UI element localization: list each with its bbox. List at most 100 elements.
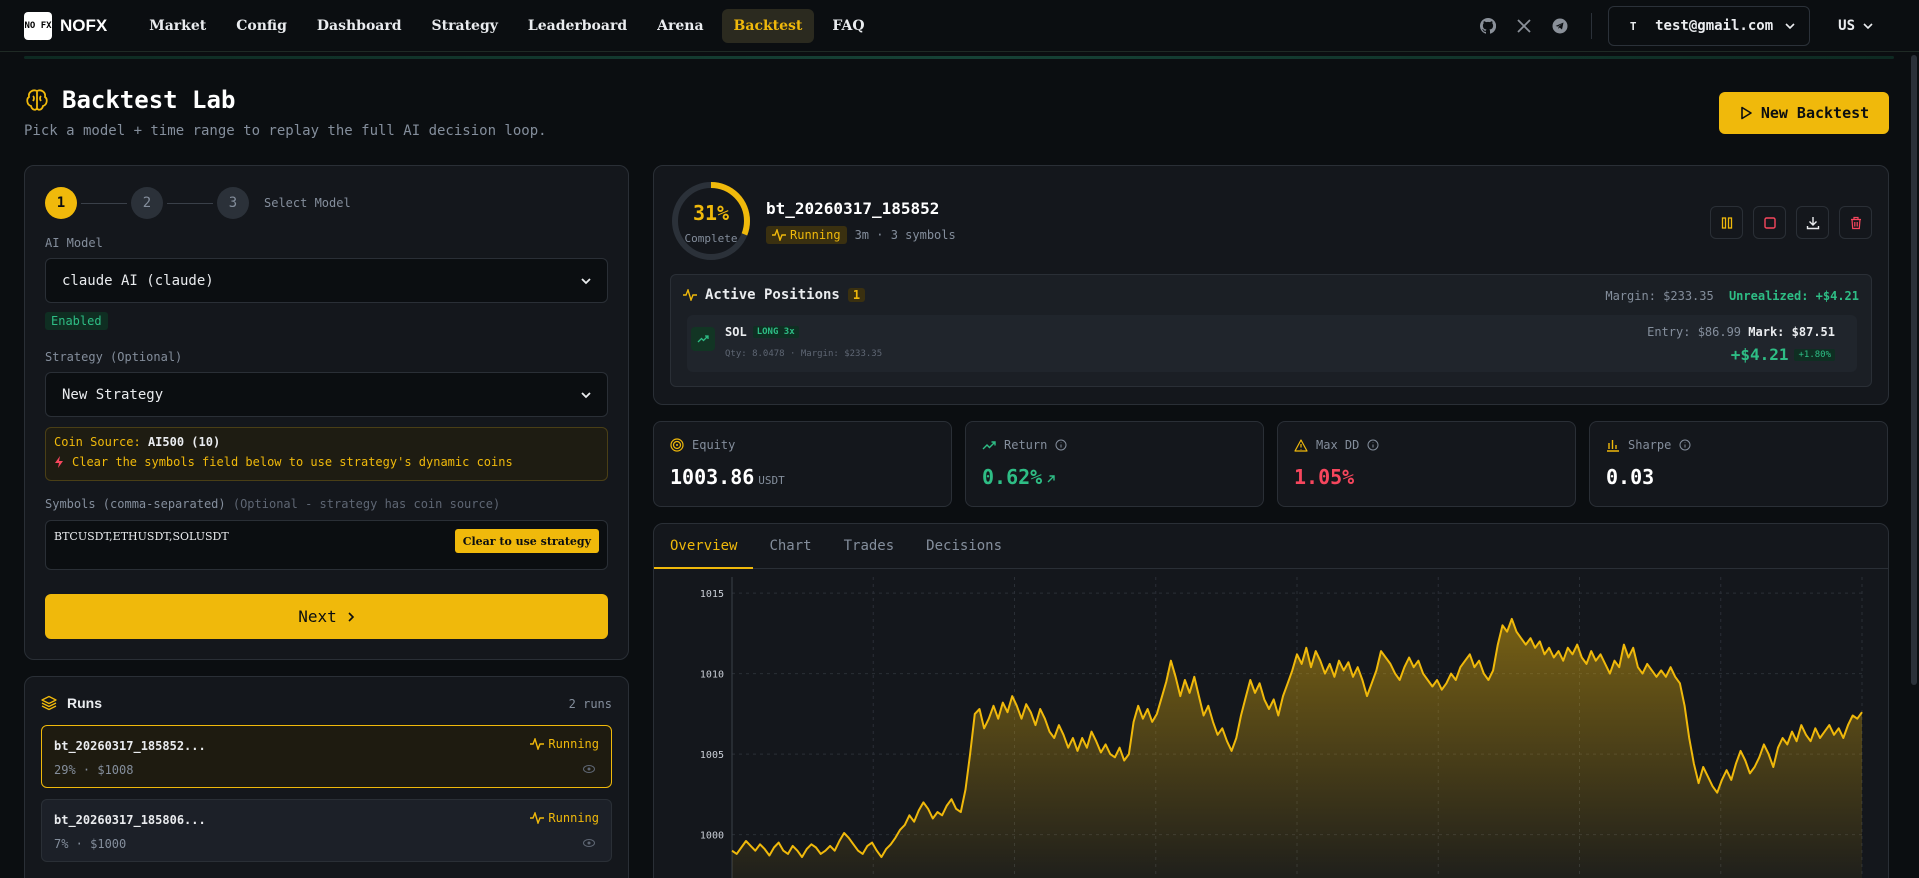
pause-button[interactable] xyxy=(1710,206,1743,239)
play-icon xyxy=(1741,106,1752,120)
positions-count: 1 xyxy=(847,288,866,302)
brain-icon xyxy=(26,89,48,111)
github-icon[interactable] xyxy=(1479,17,1497,35)
stat-label: Sharpe xyxy=(1606,438,1691,452)
run-status-row: Running 3m · 3 symbols xyxy=(766,226,956,244)
backtest-wizard: 1 2 3 Select Model AI Model claude AI (c… xyxy=(24,165,629,660)
stat-return: Return 0.62% xyxy=(965,421,1264,507)
download-icon xyxy=(1806,216,1819,229)
step-3[interactable]: 3 xyxy=(217,187,249,219)
new-backtest-button[interactable]: New Backtest xyxy=(1719,92,1889,134)
run-meta: 7% · $1000 xyxy=(54,837,127,851)
positions-header: Active Positions 1 xyxy=(683,287,866,303)
stat-value-text: 0.03 xyxy=(1606,465,1655,489)
download-button[interactable] xyxy=(1796,206,1829,239)
stat-label: Return xyxy=(982,438,1067,452)
step-label: Select Model xyxy=(264,196,351,210)
nav-item-market[interactable]: Market xyxy=(137,9,218,43)
run-status-label: Running xyxy=(548,811,599,825)
ai-model-select[interactable]: claude AI (claude) xyxy=(45,258,608,303)
run-item[interactable]: bt_20260317_185806... 7% · $1000 Running xyxy=(41,799,612,862)
strategy-value: New Strategy xyxy=(62,386,164,403)
stat-value: 0.62% xyxy=(982,465,1056,489)
info-icon[interactable] xyxy=(1055,439,1067,451)
target-icon xyxy=(670,438,684,452)
main-menu: Market Config Dashboard Strategy Leaderboard… xyxy=(137,8,876,43)
nav-item-faq[interactable]: FAQ xyxy=(820,9,876,43)
delete-button[interactable] xyxy=(1839,206,1872,239)
chevron-down-icon xyxy=(581,391,591,398)
stat-label: Max DD xyxy=(1294,438,1379,452)
nav-item-dashboard[interactable]: Dashboard xyxy=(305,9,414,43)
stat-sharpe: Sharpe 0.03 xyxy=(1589,421,1888,507)
page-heading: Backtest Lab xyxy=(62,86,236,114)
active-positions: Active Positions 1 Margin: $233.35 Unrea… xyxy=(670,274,1872,387)
trend-up-icon xyxy=(982,441,996,450)
run-id: bt_20260317_185852 xyxy=(766,199,940,218)
new-backtest-label: New Backtest xyxy=(1760,104,1870,122)
header-accent-bar xyxy=(24,56,1894,59)
tab-trades[interactable]: Trades xyxy=(828,524,911,569)
chevron-right-icon xyxy=(348,611,354,622)
strategy-label: Strategy (Optional) xyxy=(45,350,182,364)
tab-chart[interactable]: Chart xyxy=(753,524,827,569)
run-item[interactable]: bt_20260317_185852... 29% · $1008 Runnin… xyxy=(41,725,612,788)
avatar: T xyxy=(1629,19,1637,33)
run-status: Running xyxy=(530,811,599,825)
step-connector xyxy=(167,202,213,204)
position-qty: Qty: 8.0478 · Margin: $233.35 xyxy=(725,349,883,359)
pause-icon xyxy=(1721,216,1732,229)
pnl-value: +$4.21 xyxy=(1730,345,1789,364)
tab-overview[interactable]: Overview xyxy=(654,524,754,569)
activity-icon xyxy=(683,289,697,301)
x-icon[interactable] xyxy=(1515,17,1533,35)
nav-item-backtest[interactable]: Backtest xyxy=(721,8,815,43)
status-badge: Running xyxy=(766,226,847,244)
eye-icon[interactable] xyxy=(583,764,595,777)
next-label: Next xyxy=(298,607,337,626)
run-detail-panel: 31% Complete bt_20260317_185852 Running … xyxy=(653,165,1889,405)
clear-to-use-strategy-button[interactable]: Clear to use strategy xyxy=(454,529,599,553)
logo[interactable]: NO FX NOFX xyxy=(24,11,107,40)
user-menu-button[interactable]: T test@gmail.com xyxy=(1608,6,1811,46)
step-1[interactable]: 1 xyxy=(45,187,77,219)
nav-item-arena[interactable]: Arena xyxy=(645,9,715,43)
stop-icon xyxy=(1763,216,1776,229)
activity-icon xyxy=(530,738,545,750)
telegram-icon[interactable] xyxy=(1551,17,1569,35)
coin-source-hint: Clear the symbols field below to use str… xyxy=(72,455,513,469)
step-2[interactable]: 2 xyxy=(131,187,163,219)
lightning-icon xyxy=(55,456,63,468)
margin-summary: Margin: $233.35 xyxy=(1605,289,1714,303)
nav-item-config[interactable]: Config xyxy=(224,9,299,43)
strategy-select[interactable]: New Strategy xyxy=(45,372,608,417)
stat-unit: USDT xyxy=(758,474,785,487)
scrollbar-thumb[interactable] xyxy=(1911,55,1917,685)
position-symbol-line: SOL LONG 3x xyxy=(725,325,799,339)
page-subtitle: Pick a model + time range to replay the … xyxy=(24,123,547,139)
nav-item-leaderboard[interactable]: Leaderboard xyxy=(516,9,639,43)
pnl-percent: +1.80% xyxy=(1794,348,1835,361)
run-meta: 3m · 3 symbols xyxy=(854,228,956,242)
progress-label: Complete xyxy=(684,232,738,245)
info-icon[interactable] xyxy=(1679,439,1691,451)
position-side-badge: LONG 3x xyxy=(752,326,799,338)
stop-button[interactable] xyxy=(1753,206,1786,239)
stat-value-text: 1.05% xyxy=(1294,465,1355,489)
eye-icon[interactable] xyxy=(583,838,595,851)
ai-model-value: claude AI (claude) xyxy=(62,272,214,289)
entry-label: Entry: xyxy=(1647,325,1691,339)
runs-panel: Runs 2 runs bt_20260317_185852... 29% · … xyxy=(24,676,629,878)
next-button[interactable]: Next xyxy=(45,594,608,639)
symbols-textarea[interactable]: BTCUSDT,ETHUSDT,SOLUSDT Clear to use str… xyxy=(45,520,608,570)
nav-item-strategy[interactable]: Strategy xyxy=(420,9,510,43)
position-symbol: SOL xyxy=(725,325,747,339)
info-icon[interactable] xyxy=(1367,439,1379,451)
position-row[interactable]: SOL LONG 3x Qty: 8.0478 · Margin: $233.3… xyxy=(687,315,1857,372)
activity-icon xyxy=(772,229,786,241)
tab-decisions[interactable]: Decisions xyxy=(910,524,1018,569)
strategy-label-optional: (Optional) xyxy=(110,350,183,364)
y-tick-label: 1015 xyxy=(700,589,724,600)
symbols-label-text: Symbols (comma-separated) xyxy=(45,497,226,511)
language-select[interactable]: US xyxy=(1838,18,1873,34)
